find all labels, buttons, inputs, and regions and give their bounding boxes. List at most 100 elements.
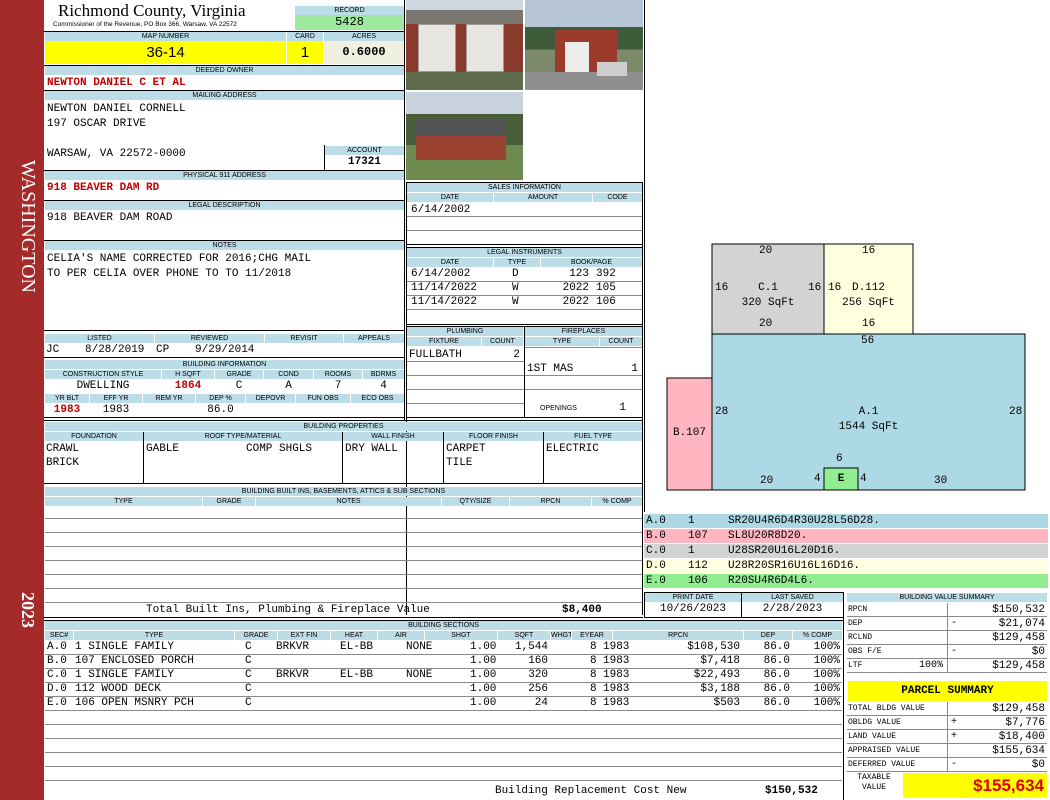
sections-col: TYPE	[74, 631, 234, 640]
bi-col-hsqft: H SQFT	[162, 370, 214, 379]
parcel-summary-label: LAND VALUE	[848, 732, 897, 741]
reviewed-date: 9/29/2014	[195, 344, 255, 356]
section-rpcn: $22,493	[693, 669, 740, 681]
bi-bdrms: 4	[380, 380, 387, 392]
bi-col-cond: COND	[264, 370, 313, 379]
sections-col: SEC#	[45, 631, 73, 640]
section-comp: 100%	[813, 641, 840, 653]
county-title: Richmond County, Virginia	[58, 1, 246, 20]
section-comp: 100%	[813, 669, 840, 681]
sales-col-date: DATE	[407, 193, 493, 202]
sketch-dim: 16	[808, 282, 822, 294]
photo-garage-front	[406, 0, 523, 90]
sketch-c1-sqft: 320 SqFt	[741, 297, 795, 309]
instrument-date: 11/14/2022	[411, 282, 478, 294]
bi-col-ecoobs: ECO OBS	[351, 394, 404, 403]
sales-col-code: CODE	[593, 193, 642, 202]
sketch-legend-row: E.0 106 R20SU4R6D4L6.	[644, 574, 1048, 588]
building-sections-header: BUILDING SECTIONS	[45, 621, 842, 630]
section-dep: 86.0	[763, 641, 790, 653]
section-dep: 86.0	[763, 655, 790, 667]
prop-col-roof: ROOF TYPE/MATERIAL	[144, 432, 342, 441]
sketch-dim: 20	[760, 475, 774, 487]
section-sqft: 256	[528, 683, 548, 695]
sketch-d112-sqft: 256 SqFt	[842, 297, 895, 309]
legend-code: 112	[688, 560, 708, 572]
building-sketch: C.1 320 SqFt D.112 256 SqFt A.1 1544 SqF…	[660, 240, 1040, 495]
section-sqft: 320	[528, 669, 548, 681]
sections-col: RPCN	[613, 631, 743, 640]
bi-col-yrblt: YR BLT	[45, 394, 89, 403]
section-shgt: 1.00	[470, 669, 497, 681]
sketch-dim: 16	[862, 245, 876, 257]
map-number-header: MAP NUMBER	[45, 32, 286, 41]
prop-col-foundation: FOUNDATION	[45, 432, 143, 441]
row-divider	[45, 710, 842, 711]
section-dep: 86.0	[763, 697, 790, 709]
value-summary-header: BUILDING VALUE SUMMARY	[847, 593, 1047, 602]
prop-col-wall: WALL FINISH	[343, 432, 443, 441]
section-sec: D.0	[47, 683, 67, 695]
sections-col: % COMP	[793, 631, 842, 640]
instruments-col-date: DATE	[407, 258, 493, 267]
instrument-page: 106	[596, 296, 616, 308]
sketch-dim: 4	[814, 473, 821, 485]
parcel-summary-label: OBLDG VALUE	[848, 718, 901, 727]
value-summary-label: LTF	[848, 661, 863, 670]
map-number-value: 36-14	[45, 41, 286, 64]
notes-line-1: CELIA'S NAME CORRECTED FOR 2016;CHG MAIL	[47, 253, 312, 265]
row-divider	[407, 309, 642, 310]
parcel-summary-value: $0	[1031, 759, 1045, 771]
bi-col-style: CONSTRUCTION STYLE	[45, 370, 161, 379]
sketch-b107-id: B.107	[672, 427, 706, 439]
sketch-dim: 4	[860, 473, 867, 485]
bi-col-dep: DEP %	[196, 394, 245, 403]
section-whgt: 8	[590, 697, 597, 709]
value-summary: RPCN $150,532 DEP - $21,074 RCLND $129,458 OBS …	[847, 603, 1048, 675]
physical-address-value: 918 BEAVER DAM RD	[47, 182, 160, 194]
account-value: 17321	[347, 156, 381, 168]
section-rpcn: $7,418	[700, 655, 740, 667]
building-info-header: BUILDING INFORMATION	[45, 360, 404, 369]
section-type: 107 ENCLOSED PORCH	[75, 655, 194, 667]
value-summary-value: $150,532	[992, 604, 1045, 616]
legend-code: 1	[688, 545, 695, 557]
bi-col-grade: GRADE	[215, 370, 263, 379]
prop-foundation-1: CRAWL	[46, 443, 80, 455]
photo-house	[406, 92, 523, 180]
instrument-book: 123	[569, 268, 589, 280]
bi-cond: A	[285, 380, 292, 392]
mailing-line-1: NEWTON DANIEL CORNELL	[47, 103, 186, 115]
mailing-line-3: WARSAW, VA 22572-0000	[47, 148, 186, 160]
value-summary-value: $21,074	[998, 618, 1045, 630]
sketch-e-id: E	[837, 473, 845, 485]
legend-code: 106	[688, 575, 708, 587]
plumbing-header: PLUMBING	[407, 327, 523, 336]
building-properties-header: BUILDING PROPERTIES	[45, 422, 642, 431]
sketch-legend-row: D.0 112 U28R20SR16U16L16D16.	[644, 559, 1048, 573]
sketch-a1-sqft: 1544 SqFt	[838, 421, 899, 433]
print-date-value: 10/26/2023	[659, 603, 726, 615]
parcel-summary-header: PARCEL SUMMARY	[848, 681, 1047, 701]
total-built-ins-value: $8,400	[562, 604, 602, 616]
section-grade: C	[245, 641, 252, 653]
mailing-address-header: MAILING ADDRESS	[45, 91, 404, 100]
sales-header: SALES INFORMATION	[407, 183, 642, 192]
legend-vector: SL8U20R8D20.	[728, 530, 808, 542]
sketch-legend-row: B.0 107 SL8U20R8D20.	[644, 529, 1048, 543]
card-header: CARD	[287, 32, 323, 41]
value-summary-label: OBS F/E	[848, 647, 882, 656]
sections-col: WHGT	[551, 631, 571, 640]
parcel-summary-value: $18,400	[998, 731, 1045, 743]
parcel-summary: TOTAL BLDG VALUE $129,458 OBLDG VALUE + $7,7…	[847, 702, 1048, 772]
prop-floor-1: CARPET	[446, 443, 486, 455]
section-whgt: 8	[590, 683, 597, 695]
account-header: ACCOUNT	[325, 146, 404, 155]
section-comp: 100%	[813, 683, 840, 695]
bi-col-bdrms: BDRMS	[363, 370, 404, 379]
print-date-header: PRINT DATE	[645, 593, 741, 602]
openings-label: OPENINGS	[540, 405, 577, 412]
legend-sec: E.0	[646, 575, 666, 587]
section-grade: C	[245, 669, 252, 681]
instrument-page: 105	[596, 282, 616, 294]
